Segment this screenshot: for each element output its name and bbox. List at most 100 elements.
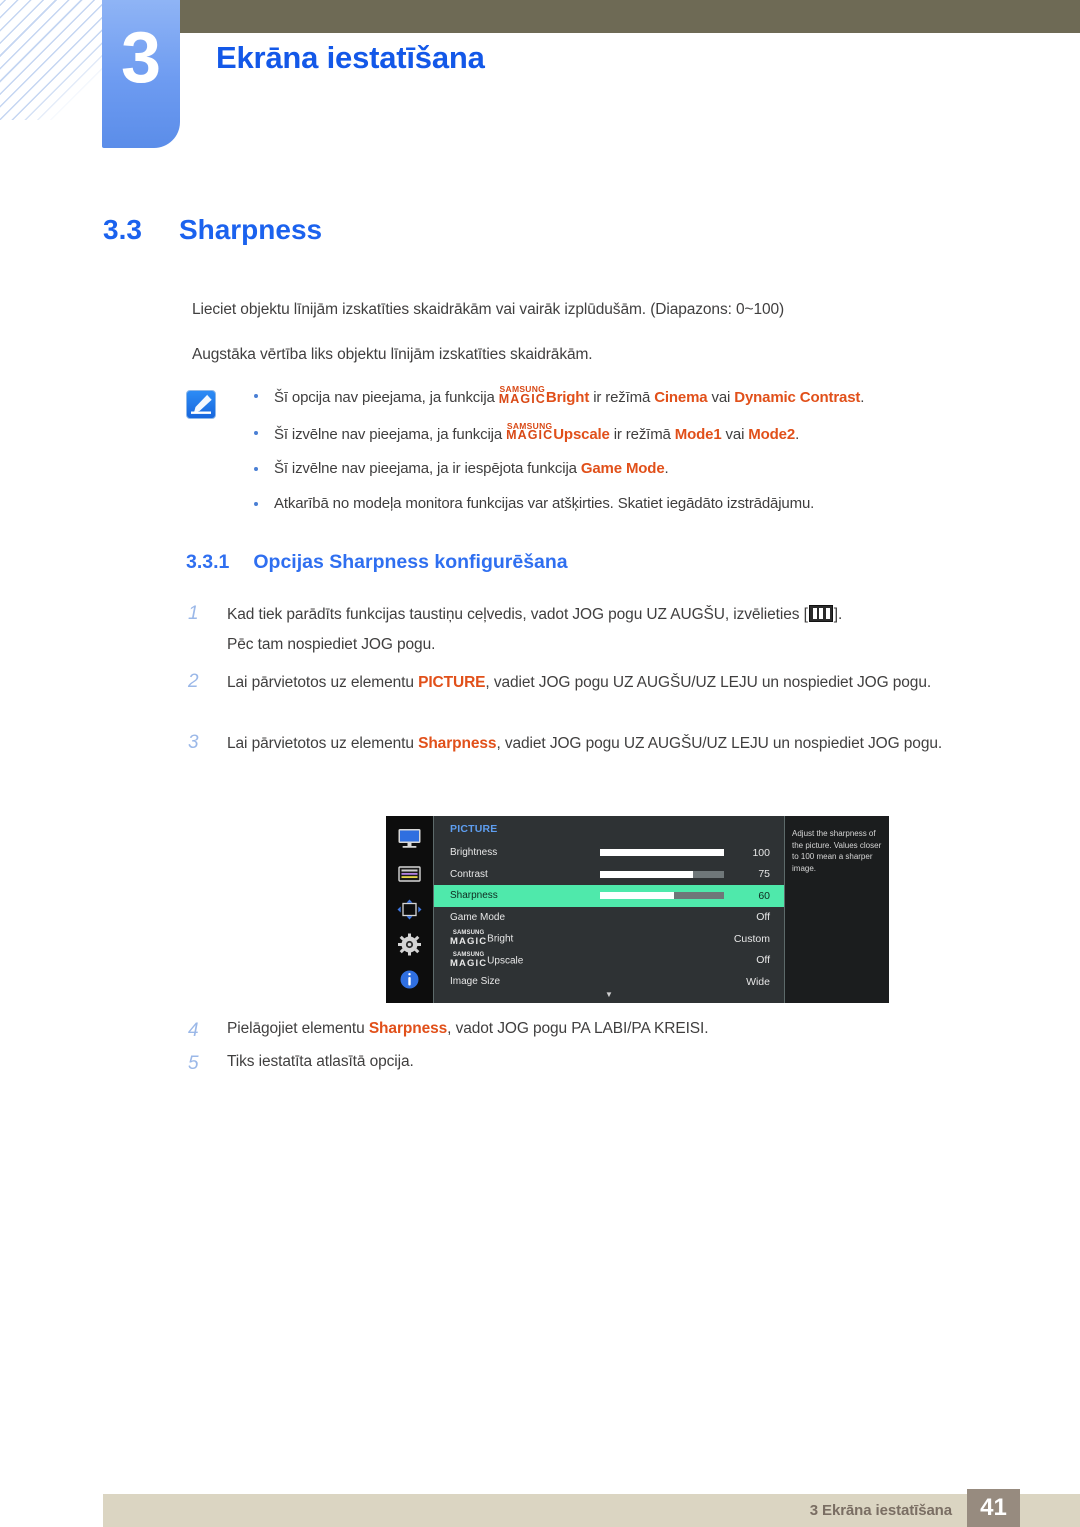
step-3-text-post: , vadiet JOG pogu UZ AUGŠU/UZ LEJU un no… bbox=[496, 735, 943, 752]
osd-label-sharpness: Sharpness bbox=[450, 890, 498, 902]
step-2-body: Lai pārvietotos uz elementu PICTURE, vad… bbox=[227, 668, 931, 698]
step-2-highlight: PICTURE bbox=[418, 674, 486, 691]
section-title-text: Sharpness bbox=[178, 214, 323, 245]
step-4-number: 4 bbox=[188, 1020, 199, 1041]
step-3-highlight: Sharpness bbox=[418, 735, 497, 752]
samsung-magic-logo: SAMSUNG MAGIC bbox=[498, 385, 546, 406]
osd-menu-title: PICTURE bbox=[450, 823, 498, 835]
osd-label-brightness: Brightness bbox=[450, 847, 498, 859]
document-page: 3 Ekrāna iestatīšana 3.3 Sharpness Lieci… bbox=[0, 0, 1080, 1527]
osd-value-brightness: 100 bbox=[752, 846, 770, 859]
osd-scroll-down-arrow[interactable]: ▼ bbox=[434, 990, 784, 999]
step-4-highlight: Sharpness bbox=[368, 1020, 448, 1037]
bullet-1-highlight-1: Cinema bbox=[654, 388, 708, 406]
step-5: 5 Tiks iestatīta atlasītā opcija. bbox=[188, 1050, 1003, 1079]
bullet-1-text-post: . bbox=[860, 388, 865, 406]
step-4-body: Pielāgojiet elementu Sharpness, vadot JO… bbox=[227, 1017, 709, 1046]
subsection-heading: 3.3.1 Opcijas Sharpness konfigurēšana bbox=[186, 551, 568, 574]
osd-samsung-magic-logo: SAMSUNG MAGIC bbox=[450, 931, 488, 948]
onscreen-display-icon[interactable] bbox=[396, 863, 423, 886]
step-2-number: 2 bbox=[188, 671, 199, 692]
note-bullet-2: Šī izvēlne nav pieejama, ja funkcija SAM… bbox=[248, 421, 976, 445]
intro-paragraph-2: Augstāka vērtība liks objektu līnijām iz… bbox=[192, 346, 593, 363]
osd-menu-panel: PICTURE Brightness 100 Contrast 75 Sharp… bbox=[434, 816, 785, 1003]
osd-magicbright-suffix: Bright bbox=[487, 934, 514, 946]
note-bullet-1: Šī opcija nav pieejama, ja funkcija SAMS… bbox=[248, 385, 976, 408]
note-block: Šī opcija nav pieejama, ja funkcija SAMS… bbox=[186, 385, 976, 529]
osd-row-magicbright[interactable]: SAMSUNG MAGIC Bright Custom bbox=[434, 928, 784, 950]
subsection-number: 3.3.1 bbox=[186, 551, 230, 573]
osd-bar-sharpness[interactable] bbox=[600, 892, 724, 900]
step-1-body: Kad tiek parādīts funkcijas taustiņu ceļ… bbox=[227, 600, 842, 660]
osd-magic-bottom: MAGIC bbox=[450, 936, 488, 948]
osd-value-magicbright: Custom bbox=[733, 932, 770, 945]
magic-bottom: MAGIC bbox=[506, 428, 554, 443]
setup-gear-icon[interactable] bbox=[396, 933, 423, 956]
bullet-1-text-pre: Šī opcija nav pieejama, ja funkcija bbox=[274, 388, 499, 406]
bullet-2-highlight-1: Mode1 bbox=[674, 425, 722, 443]
step-2-text-post: , vadiet JOG pogu UZ AUGŠU/UZ LEJU un no… bbox=[485, 674, 932, 691]
bullet-3-highlight-1: Game Mode bbox=[580, 460, 665, 478]
step-5-number: 5 bbox=[188, 1053, 199, 1074]
header-olive-bar bbox=[180, 0, 1080, 33]
osd-label-game-mode: Game Mode bbox=[450, 911, 506, 923]
step-1: 1 Kad tiek parādīts funkcijas taustiņu c… bbox=[188, 600, 1003, 660]
step-4: 4 Pielāgojiet elementu Sharpness, vadot … bbox=[188, 1017, 1003, 1046]
step-1-number: 1 bbox=[188, 603, 199, 624]
bullet-2-text-mid: ir režīmā bbox=[609, 425, 675, 443]
osd-value-game-mode: Off bbox=[756, 911, 770, 924]
bullet-3-text-pre: Šī izvēlne nav pieejama, ja ir iespējota… bbox=[274, 460, 581, 478]
bullet-2-highlight-2: Mode2 bbox=[748, 425, 796, 443]
osd-bar-brightness[interactable] bbox=[600, 849, 724, 857]
bullet-1-magic-suffix: Bright bbox=[545, 388, 590, 406]
osd-row-game-mode[interactable]: Game Mode Off bbox=[434, 907, 784, 929]
osd-row-sharpness[interactable]: Sharpness 60 bbox=[434, 885, 784, 907]
osd-magicupscale-suffix: Upscale bbox=[487, 955, 524, 967]
step-4-text-post: , vadot JOG pogu PA LABI/PA KREISI. bbox=[447, 1020, 709, 1037]
bullet-2-text-mid2: vai bbox=[721, 425, 749, 443]
step-1-text-pre: Kad tiek parādīts funkcijas taustiņu ceļ… bbox=[227, 606, 808, 623]
section-number: 3.3 bbox=[103, 214, 142, 245]
bullet-1-text-mid2: vai bbox=[707, 388, 735, 406]
osd-samsung-magic-logo: SAMSUNG MAGIC bbox=[450, 952, 487, 968]
note-pen-icon bbox=[186, 390, 216, 419]
step-5-body: Tiks iestatīta atlasītā opcija. bbox=[227, 1053, 414, 1070]
note-bullet-4: Atkarībā no modeļa monitora funkcijas va… bbox=[248, 494, 976, 514]
system-position-icon[interactable] bbox=[396, 898, 423, 921]
chapter-title: Ekrāna iestatīšana bbox=[216, 40, 485, 75]
note-bullet-3: Šī izvēlne nav pieejama, ja ir iespējota… bbox=[248, 459, 976, 479]
osd-row-contrast[interactable]: Contrast 75 bbox=[434, 864, 784, 886]
monitor-picture-icon[interactable] bbox=[396, 828, 423, 851]
picture-menu-icon bbox=[808, 605, 833, 622]
bullet-3-text-post: . bbox=[664, 460, 669, 478]
osd-label-magicupscale: SAMSUNG MAGIC Upscale bbox=[450, 952, 600, 968]
intro-paragraph-1: Lieciet objektu līnijām izskatīties skai… bbox=[192, 301, 785, 318]
osd-bar-contrast[interactable] bbox=[600, 870, 724, 878]
subsection-title-text: Opcijas Sharpness konfigurēšana bbox=[253, 551, 568, 573]
step-3-text-pre: Lai pārvietotos uz elementu bbox=[227, 735, 419, 752]
osd-menu-screenshot: PICTURE Brightness 100 Contrast 75 Sharp… bbox=[386, 816, 889, 1003]
osd-label-contrast: Contrast bbox=[450, 868, 488, 880]
footer-page-number: 41 bbox=[967, 1489, 1020, 1527]
bullet-1-text-mid: ir režīmā bbox=[589, 388, 655, 406]
bullet-2-text-pre: Šī izvēlne nav pieejama, ja funkcija bbox=[274, 425, 507, 443]
note-bullet-list: Šī opcija nav pieejama, ja funkcija SAMS… bbox=[248, 385, 976, 514]
samsung-magic-logo: SAMSUNG MAGIC bbox=[506, 421, 554, 443]
osd-row-brightness[interactable]: Brightness 100 bbox=[434, 842, 784, 864]
bullet-1-highlight-2: Dynamic Contrast bbox=[734, 388, 861, 406]
information-icon[interactable] bbox=[396, 968, 423, 991]
step-1-text-post: ]. bbox=[833, 606, 843, 623]
osd-sidebar bbox=[386, 816, 434, 1003]
osd-value-sharpness: 60 bbox=[758, 889, 770, 902]
chapter-number-badge: 3 bbox=[102, 0, 180, 148]
bullet-2-text-post: . bbox=[795, 425, 800, 443]
osd-row-magicupscale[interactable]: SAMSUNG MAGIC Upscale Off bbox=[434, 950, 784, 972]
step-2: 2 Lai pārvietotos uz elementu PICTURE, v… bbox=[188, 668, 1003, 698]
osd-label-magicbright: SAMSUNG MAGIC Bright bbox=[450, 931, 600, 948]
bullet-2-magic-suffix: Upscale bbox=[553, 425, 610, 443]
osd-label-image-size: Image Size bbox=[450, 976, 501, 988]
step-3-body: Lai pārvietotos uz elementu Sharpness, v… bbox=[227, 729, 942, 759]
step-4-text-pre: Pielāgojiet elementu bbox=[227, 1020, 369, 1037]
magic-bottom: MAGIC bbox=[498, 391, 546, 406]
section-heading: 3.3 Sharpness bbox=[103, 214, 322, 246]
